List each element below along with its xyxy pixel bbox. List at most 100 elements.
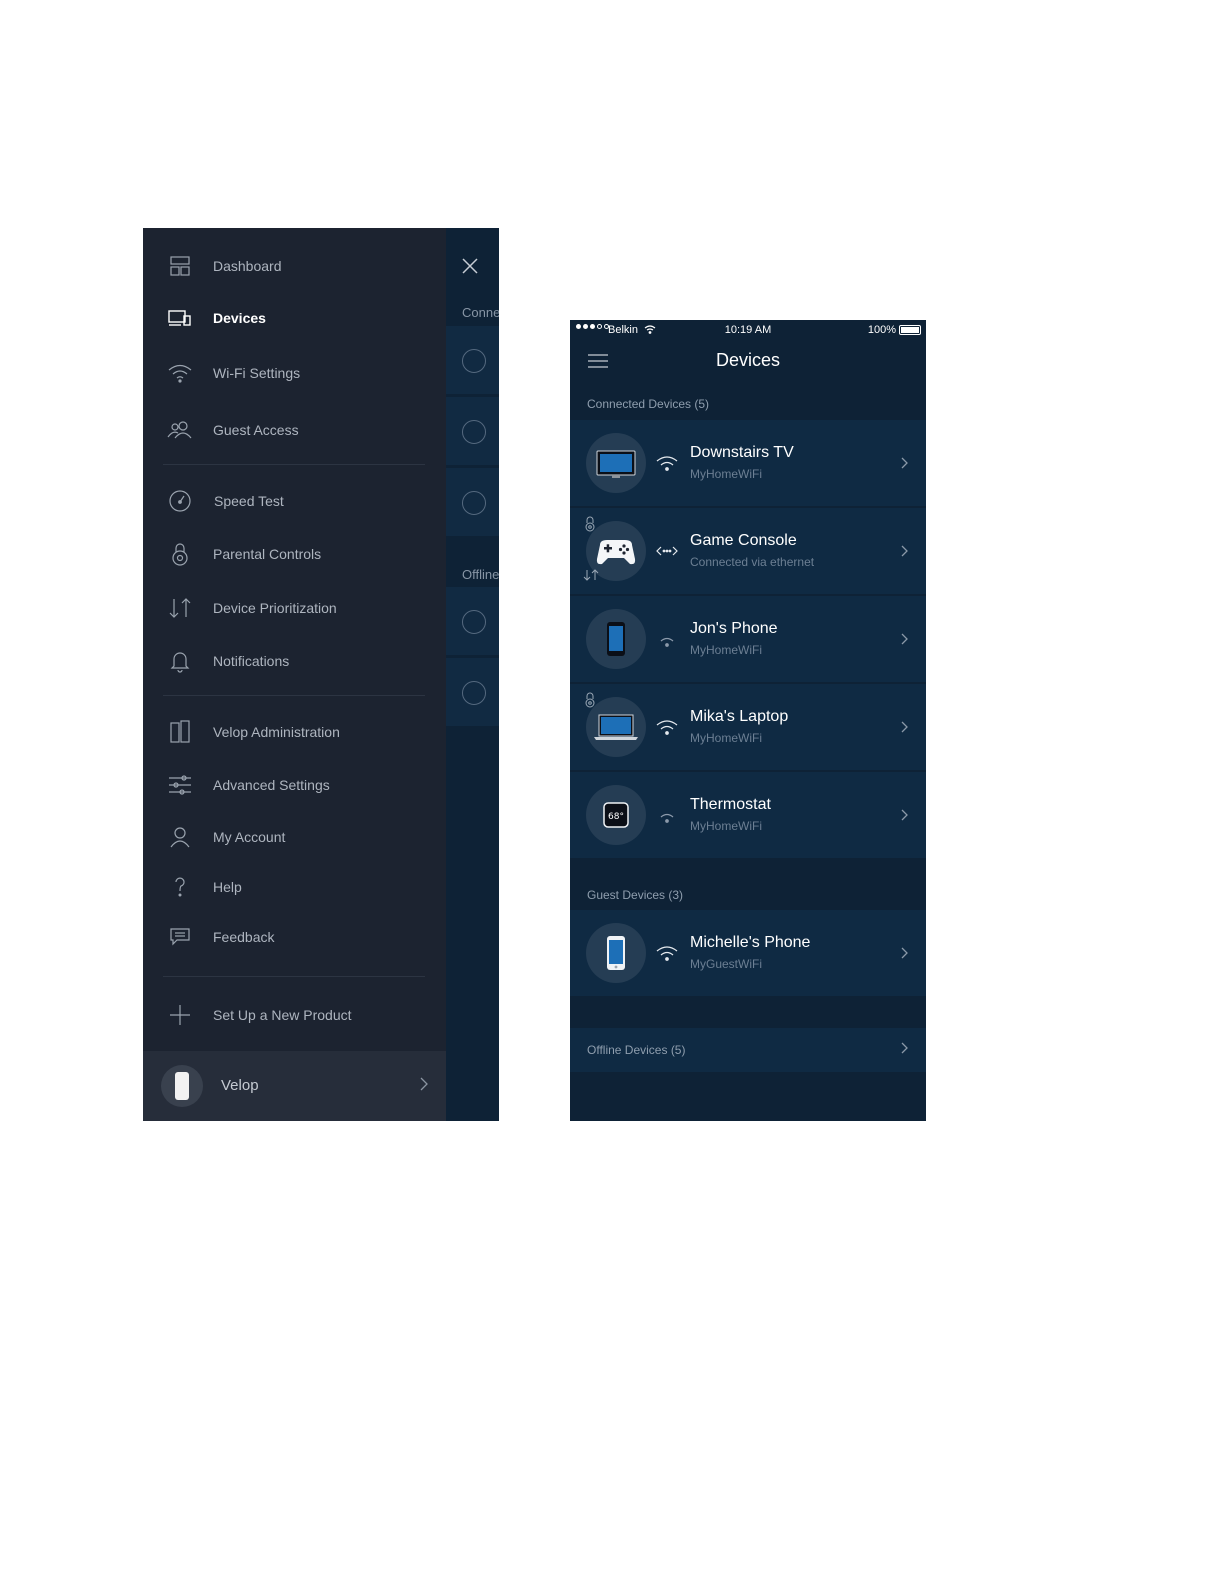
menu-label-help: Help bbox=[213, 879, 242, 895]
menu-divider bbox=[163, 976, 425, 977]
menu-divider bbox=[163, 464, 425, 465]
status-bar: Belkin 10:19 AM 100% bbox=[570, 320, 926, 340]
dashboard-icon bbox=[167, 253, 193, 279]
menu-label-notifications: Notifications bbox=[213, 653, 290, 669]
menu-label-devices: Devices bbox=[213, 310, 266, 326]
chevron-right-icon bbox=[901, 545, 908, 557]
device-network: MyGuestWiFi bbox=[690, 957, 762, 971]
peek-row bbox=[446, 468, 499, 536]
menu-item-help[interactable]: Help bbox=[143, 867, 446, 907]
background-devices-page: Conne Offline bbox=[446, 228, 499, 1121]
menu-item-dashboard[interactable]: Dashboard bbox=[143, 246, 446, 286]
thermostat-icon: 68° bbox=[586, 785, 646, 845]
chevron-right-icon bbox=[901, 721, 908, 733]
chevron-right-icon bbox=[901, 1042, 908, 1054]
menu-label-velop-administration: Velop Administration bbox=[213, 724, 340, 740]
menu-label-feedback: Feedback bbox=[213, 929, 275, 945]
lock-icon bbox=[167, 541, 193, 567]
laptop-icon bbox=[586, 697, 646, 757]
battery-percent: 100% bbox=[867, 324, 896, 336]
menu-item-velop-administration[interactable]: Velop Administration bbox=[143, 712, 446, 752]
device-row-downstairs-tv[interactable]: Downstairs TV MyHomeWiFi bbox=[570, 420, 926, 506]
device-name: Mika's Laptop bbox=[690, 708, 789, 725]
wifi-icon bbox=[167, 360, 193, 386]
chevron-right-icon bbox=[901, 947, 908, 959]
menu-label-wifi-settings: Wi-Fi Settings bbox=[213, 365, 301, 381]
speedometer-icon bbox=[167, 488, 193, 514]
ethernet-icon bbox=[656, 545, 678, 557]
peek-connected-header: Conne bbox=[462, 305, 499, 320]
device-row-game-console[interactable]: Game Console Connected via ethernet bbox=[570, 508, 926, 594]
menu-item-wifi-settings[interactable]: Wi-Fi Settings bbox=[143, 353, 446, 393]
chevron-right-icon bbox=[901, 633, 908, 645]
peek-offline-header: Offline bbox=[462, 567, 499, 582]
device-network: MyHomeWiFi bbox=[690, 467, 762, 481]
chevron-right-icon bbox=[420, 1077, 428, 1091]
peek-row bbox=[446, 658, 499, 726]
battery-icon bbox=[899, 325, 921, 335]
menu-label-device-prioritization: Device Prioritization bbox=[213, 600, 337, 616]
menu-label-guest-access: Guest Access bbox=[213, 422, 299, 438]
phone-icon bbox=[586, 609, 646, 669]
menu-item-device-prioritization[interactable]: Device Prioritization bbox=[143, 588, 446, 628]
velop-node-icon bbox=[161, 1065, 203, 1107]
menu-item-my-account[interactable]: My Account bbox=[143, 817, 446, 857]
device-network: MyHomeWiFi bbox=[690, 643, 762, 657]
menu-item-speed-test[interactable]: Speed Test bbox=[143, 481, 446, 521]
peek-row bbox=[446, 326, 499, 394]
menu-label-my-account: My Account bbox=[213, 829, 286, 845]
peek-row bbox=[446, 587, 499, 655]
wifi-icon bbox=[656, 630, 678, 648]
device-row-mikas-laptop[interactable]: Mika's Laptop MyHomeWiFi bbox=[570, 684, 926, 770]
device-network: Connected via ethernet bbox=[690, 555, 815, 569]
device-name: Downstairs TV bbox=[690, 444, 794, 461]
device-row-michelles-phone[interactable]: Michelle's Phone MyGuestWiFi bbox=[570, 910, 926, 996]
velop-footer-label: Velop bbox=[221, 1077, 259, 1094]
device-row-thermostat[interactable]: 68° Thermostat MyHomeWiFi bbox=[570, 772, 926, 858]
menu-divider bbox=[163, 695, 425, 696]
menu-item-advanced-settings[interactable]: Advanced Settings bbox=[143, 765, 446, 805]
navigation-screen: Dashboard Devices Wi-Fi Settings Guest A… bbox=[143, 228, 499, 1121]
device-row-jons-phone[interactable]: Jon's Phone MyHomeWiFi bbox=[570, 596, 926, 682]
offline-devices-label: Offline Devices (5) bbox=[587, 1043, 686, 1057]
menu-item-feedback[interactable]: Feedback bbox=[143, 917, 446, 957]
velop-nodes-icon bbox=[167, 719, 193, 745]
phone-icon bbox=[586, 923, 646, 983]
velop-footer-item[interactable]: Velop bbox=[143, 1051, 446, 1121]
plus-icon bbox=[167, 1002, 193, 1028]
device-name: Jon's Phone bbox=[690, 620, 778, 637]
offline-devices-row[interactable]: Offline Devices (5) bbox=[570, 1028, 926, 1072]
device-network: MyHomeWiFi bbox=[690, 819, 762, 833]
peek-row bbox=[446, 397, 499, 465]
menu-item-set-up-new-product[interactable]: Set Up a New Product bbox=[143, 995, 446, 1035]
wifi-icon bbox=[656, 718, 678, 736]
tv-icon bbox=[586, 433, 646, 493]
devices-screen: Belkin 10:19 AM 100% Devices Connected D… bbox=[570, 320, 926, 1121]
bell-icon bbox=[167, 648, 193, 674]
menu-label-set-up-new-product: Set Up a New Product bbox=[213, 1007, 352, 1023]
device-name: Michelle's Phone bbox=[690, 934, 811, 951]
wifi-icon bbox=[656, 454, 678, 472]
device-name: Thermostat bbox=[690, 796, 771, 813]
device-name: Game Console bbox=[690, 532, 797, 549]
page-title: Devices bbox=[715, 350, 781, 370]
wifi-icon bbox=[656, 944, 678, 962]
connected-devices-header: Connected Devices (5) bbox=[587, 397, 710, 411]
guest-access-icon bbox=[167, 417, 193, 443]
menu-label-advanced-settings: Advanced Settings bbox=[213, 777, 330, 793]
devices-icon bbox=[167, 305, 193, 331]
close-icon[interactable] bbox=[462, 258, 478, 274]
menu-item-devices[interactable]: Devices bbox=[143, 298, 446, 338]
menu-item-guest-access[interactable]: Guest Access bbox=[143, 410, 446, 450]
menu-item-parental-controls[interactable]: Parental Controls bbox=[143, 534, 446, 574]
menu-label-speed-test: Speed Test bbox=[214, 493, 284, 509]
navigation-drawer: Dashboard Devices Wi-Fi Settings Guest A… bbox=[143, 228, 446, 1121]
user-icon bbox=[167, 824, 193, 850]
priority-arrows-icon bbox=[583, 569, 599, 581]
device-network: MyHomeWiFi bbox=[690, 731, 762, 745]
menu-item-notifications[interactable]: Notifications bbox=[143, 641, 446, 681]
chevron-right-icon bbox=[901, 809, 908, 821]
guest-devices-header: Guest Devices (3) bbox=[587, 888, 684, 902]
sliders-icon bbox=[167, 772, 193, 798]
menu-label-dashboard: Dashboard bbox=[213, 258, 282, 274]
